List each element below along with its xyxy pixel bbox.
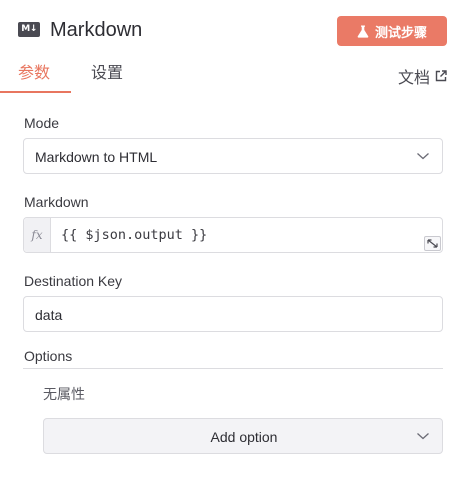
expand-editor-button[interactable] [424, 236, 441, 251]
destination-key-value: data [35, 307, 63, 323]
tab-bar: 参数 设置 文档 [0, 58, 463, 94]
node-header: M↓ Markdown 测试步骤 参数 设置 文档 [0, 0, 463, 94]
no-properties-text: 无属性 [43, 386, 85, 402]
mode-label: Mode [24, 115, 60, 131]
expression-fx-icon: fx [24, 218, 51, 252]
docs-link[interactable]: 文档 [398, 64, 447, 88]
add-option-label: Add option [210, 429, 278, 445]
options-title: Options [24, 348, 73, 364]
destination-key-input[interactable]: data [23, 296, 443, 332]
flask-icon [357, 25, 369, 38]
destination-key-label: Destination Key [24, 273, 123, 289]
mode-select[interactable]: Markdown to HTML [23, 138, 443, 174]
expand-icon [427, 239, 438, 248]
test-step-button[interactable]: 测试步骤 [337, 16, 447, 46]
markdown-logo-icon: M↓ [18, 22, 40, 37]
tab-settings[interactable]: 设置 [91, 64, 123, 84]
options-divider [23, 368, 443, 369]
tab-parameters[interactable]: 参数 [18, 64, 50, 84]
markdown-expression-value: {{ $json.output }} [61, 227, 208, 243]
docs-link-label: 文档 [397, 70, 430, 87]
active-tab-indicator [0, 91, 71, 93]
chevron-down-icon [417, 153, 429, 160]
chevron-down-icon [417, 433, 429, 440]
markdown-label: Markdown [24, 194, 89, 210]
add-option-select[interactable]: Add option [43, 418, 443, 454]
external-link-icon [435, 70, 447, 82]
mode-select-value: Markdown to HTML [35, 149, 158, 165]
markdown-expression-input[interactable]: fx {{ $json.output }} [23, 217, 443, 253]
node-title: Markdown [50, 19, 143, 41]
test-step-label: 测试步骤 [374, 24, 427, 40]
